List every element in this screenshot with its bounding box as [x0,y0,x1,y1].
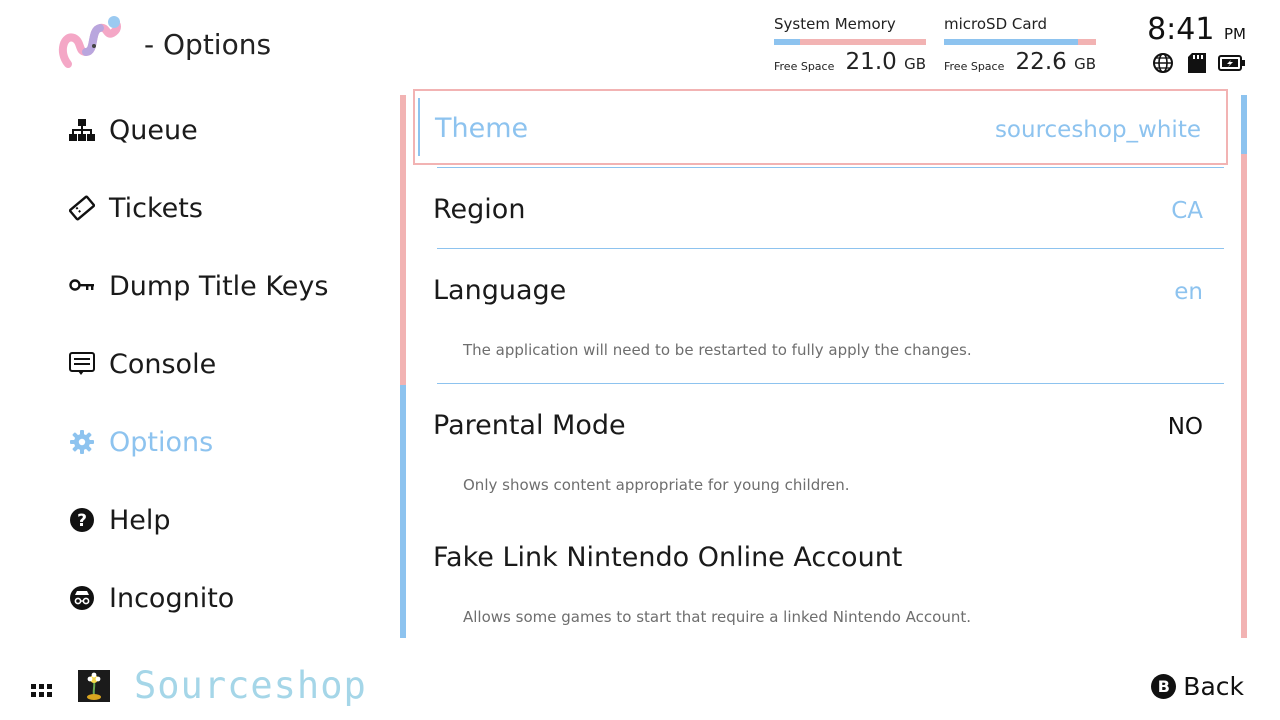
sidebar-item-label: Help [109,504,171,536]
back-button[interactable]: B Back [1151,672,1244,701]
option-label: Theme [435,113,529,144]
option-description: The application will need to be restarte… [463,341,972,359]
sidebar-separator-pink [400,95,406,385]
system-free-space-value: 21.0 GB [846,49,926,75]
sidebar-item-queue[interactable]: Queue [60,100,390,160]
system-memory-label: System Memory [774,15,896,33]
clock-ampm: PM [1224,25,1246,43]
page-title: - Options [144,28,272,61]
sidebar-item-options[interactable]: Options [60,412,390,472]
system-memory-bar [774,39,926,45]
sidebar-item-label: Incognito [109,582,235,614]
option-parental-mode[interactable]: Parental Mode NO Only shows content appr… [413,386,1228,516]
option-description: Only shows content appropriate for young… [463,476,850,494]
ticket-icon [60,195,104,221]
option-language[interactable]: Language en The application will need to… [413,251,1228,381]
microsd-free-space-label: Free Space [944,60,1005,73]
microsd-card-indicator: microSD Card Free Space 22.6 GB [944,15,1096,77]
sidebar-item-label: Dump Title Keys [109,270,329,302]
system-memory-bar-fill [774,39,800,45]
clock: 8:41 PM [1147,12,1246,47]
microsd-bar [944,39,1096,45]
status-icons [1150,52,1250,76]
incognito-icon [60,585,104,611]
divider [437,383,1224,384]
globe-icon [1152,52,1174,78]
option-fake-link-account[interactable]: Fake Link Nintendo Online Account Allows… [413,518,1228,638]
divider [437,248,1224,249]
divider [437,167,1224,168]
option-value: CA [1171,198,1203,224]
app-logo [56,12,126,72]
brand-name: Sourceshop [134,664,367,707]
clock-time: 8:41 [1147,12,1215,47]
back-label: Back [1183,672,1244,701]
microsd-label: microSD Card [944,15,1047,33]
sidebar-item-console[interactable]: Console [60,334,390,394]
microsd-free-number: 22.6 [1015,49,1067,75]
microsd-free-unit: GB [1074,55,1096,73]
option-label: Region [433,194,526,225]
battery-charging-icon [1218,55,1246,75]
sidebar-item-label: Options [109,426,214,458]
option-label: Language [433,275,567,306]
svg-text:?: ? [77,511,87,531]
microsd-free-space-value: 22.6 GB [1016,49,1096,75]
b-button-icon: B [1151,674,1177,699]
sidebar-item-label: Tickets [109,192,203,224]
sidebar-item-label: Console [109,348,217,380]
option-value: NO [1167,414,1203,440]
option-description: Allows some games to start that require … [463,608,972,626]
sidebar-item-tickets[interactable]: Tickets [60,178,390,238]
option-label: Fake Link Nintendo Online Account [433,542,903,573]
help-icon: ? [60,507,104,533]
system-free-unit: GB [904,55,926,73]
apps-grid-icon[interactable] [31,683,53,697]
key-icon [60,278,104,294]
scrollbar-track[interactable] [1241,95,1247,638]
sidebar-item-help[interactable]: ? Help [60,490,390,550]
microsd-bar-fill [944,39,1078,45]
option-label: Parental Mode [433,410,626,441]
option-theme[interactable]: Theme sourceshop_white [413,89,1228,165]
sidebar-item-dump-title-keys[interactable]: Dump Title Keys [60,256,390,316]
system-free-space-label: Free Space [774,60,835,73]
sidebar-item-label: Queue [109,114,198,146]
gear-icon [60,430,104,454]
system-free-number: 21.0 [845,49,897,75]
console-icon [60,352,104,376]
scrollbar-thumb[interactable] [1241,95,1247,154]
option-value: sourceshop_white [994,117,1201,143]
sidebar-separator-blue [400,385,406,638]
sidebar-item-incognito[interactable]: Incognito [60,568,390,628]
hierarchy-icon [60,118,104,142]
sd-card-icon [1187,52,1207,78]
option-value: en [1174,279,1203,305]
system-memory-indicator: System Memory Free Space 21.0 GB [774,15,926,77]
user-avatar[interactable] [78,670,110,702]
option-region[interactable]: Region CA [413,170,1228,248]
focus-accent [418,98,420,156]
